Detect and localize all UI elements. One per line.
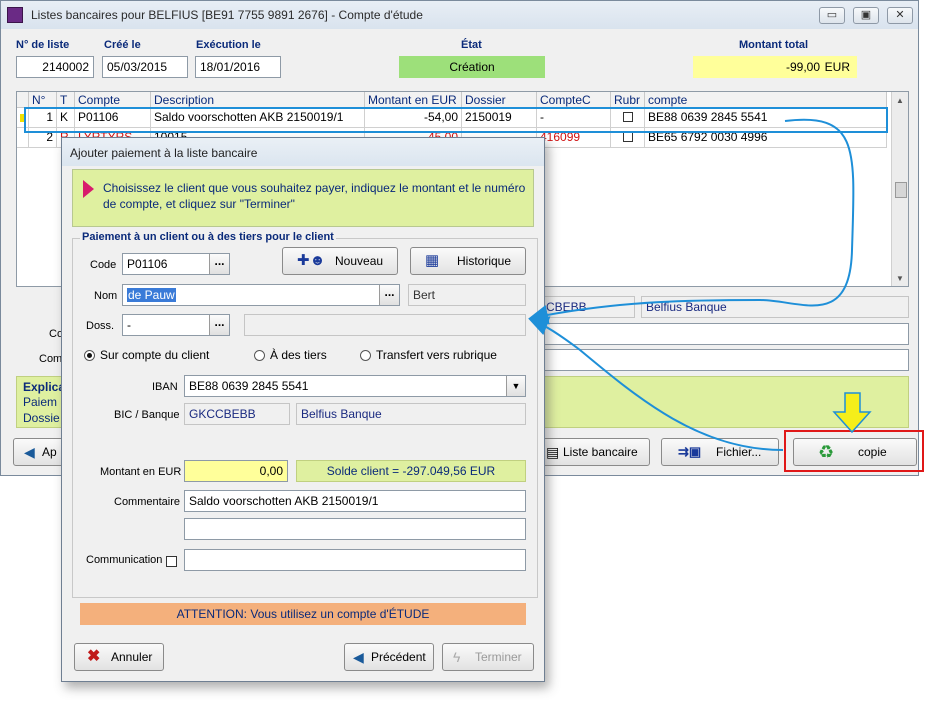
annotation-arrows	[528, 118, 872, 451]
arrow-down-icon	[832, 392, 872, 434]
arrow-row-to-dialog	[528, 118, 855, 325]
arrow-copie-to-dialog	[528, 316, 784, 451]
